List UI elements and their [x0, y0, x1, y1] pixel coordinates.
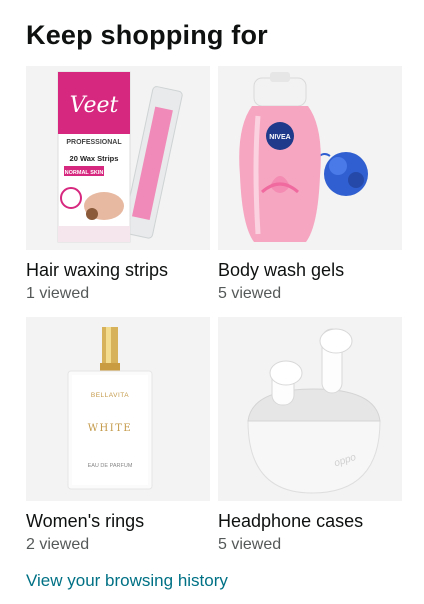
- viewed-count: 5 viewed: [218, 285, 282, 302]
- view-browsing-history-link[interactable]: View your browsing history: [26, 571, 228, 591]
- section-title: Keep shopping for: [26, 20, 268, 50]
- product-card-hair-waxing-strips[interactable]: Veet PROFESSIONAL 20 Wax Strips NORMAL S…: [26, 66, 210, 303]
- product-name[interactable]: Body wash gels: [218, 260, 402, 281]
- box-line-skin: NORMAL SKIN: [65, 170, 104, 176]
- product-name[interactable]: Hair waxing strips: [26, 260, 210, 281]
- nivea-body-wash-image: NIVEA: [239, 72, 368, 242]
- product-image-tile[interactable]: Veet PROFESSIONAL 20 Wax Strips NORMAL S…: [26, 66, 210, 250]
- perfume-name: WHITE: [88, 423, 132, 434]
- box-line-strips: 20 Wax Strips: [70, 154, 119, 163]
- product-card-headphone-cases[interactable]: oppo Headphone cases 5 viewed: [218, 317, 402, 554]
- veet-wax-strips-image: Veet PROFESSIONAL 20 Wax Strips NORMAL S…: [57, 71, 183, 243]
- product-name[interactable]: Headphone cases: [218, 511, 402, 532]
- veet-logo: Veet: [70, 93, 119, 118]
- viewed-count: 2 viewed: [26, 536, 90, 553]
- oppo-earbuds-image: oppo: [247, 328, 381, 494]
- product-image-tile[interactable]: oppo: [218, 317, 402, 501]
- viewed-count: 5 viewed: [218, 536, 282, 553]
- bellavita-perfume-image: BELLAVITA WHITE EAU DE PARFUM: [67, 327, 153, 490]
- product-card-body-wash-gels[interactable]: NIVEA Body wash gels 5 viewed: [218, 66, 402, 303]
- nivea-logo: NIVEA: [269, 134, 290, 141]
- perfume-type: EAU DE PARFUM: [88, 463, 133, 469]
- product-image-tile[interactable]: BELLAVITA WHITE EAU DE PARFUM: [26, 317, 210, 501]
- bellavita-logo: BELLAVITA: [91, 392, 129, 399]
- viewed-count: 1 viewed: [26, 285, 90, 302]
- product-name[interactable]: Women's rings: [26, 511, 210, 532]
- keep-shopping-widget: Keep shopping for Veet PROFESSIONAL 20 W…: [0, 0, 424, 604]
- box-line-professional: PROFESSIONAL: [66, 139, 122, 146]
- product-card-womens-rings[interactable]: BELLAVITA WHITE EAU DE PARFUM Women's ri…: [26, 317, 210, 554]
- product-image-tile[interactable]: NIVEA: [218, 66, 402, 250]
